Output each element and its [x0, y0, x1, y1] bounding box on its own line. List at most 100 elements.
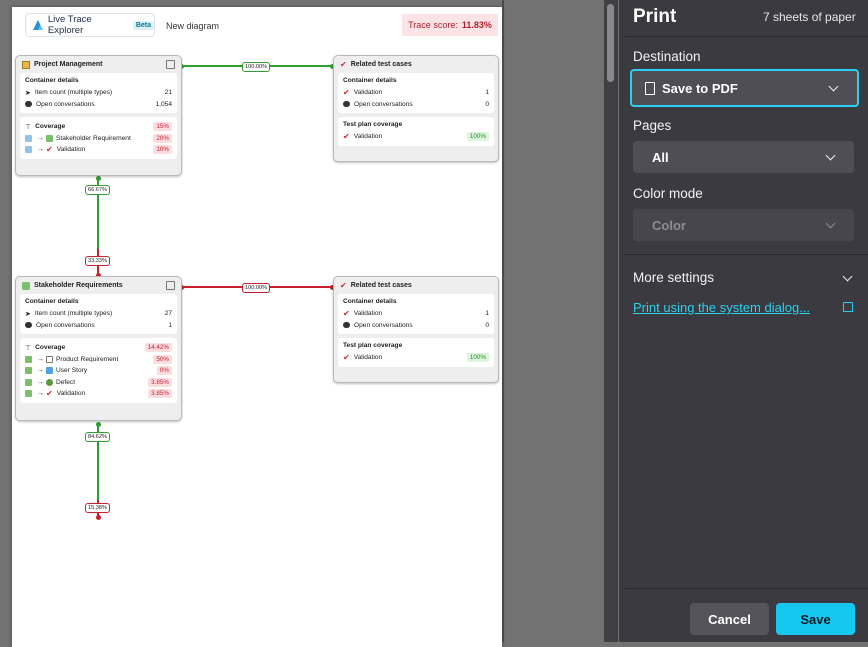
trace-score-label: Trace score: [408, 20, 458, 30]
section-title: Test plan coverage [343, 342, 403, 349]
section-title: Container details [25, 298, 79, 305]
arrow-icon: → [37, 355, 44, 363]
link-label-sr-rtc: 100.00% [242, 283, 271, 293]
detail-value: 1 [485, 89, 489, 97]
connector-dot [95, 422, 101, 427]
card-related-test-cases: ✔ Related test cases Container details ✔… [333, 55, 499, 162]
hierarchy-icon: ⊤ [25, 123, 32, 131]
section-title: Container details [343, 298, 397, 305]
destination-select[interactable]: Save to PDF [630, 69, 859, 107]
coverage-item-value: 100% [466, 353, 489, 363]
pages-select[interactable]: All [633, 141, 854, 173]
coverage-row: → User Story 0% [25, 365, 172, 377]
preview-scrollbar-thumb[interactable] [607, 4, 614, 82]
divider [625, 254, 868, 255]
coverage-label: Coverage [35, 344, 66, 352]
divider [625, 588, 868, 589]
detail-label: Open conversations [36, 321, 95, 329]
app-name: Live Trace Explorer [47, 14, 92, 36]
detail-label: Validation [353, 89, 383, 97]
coverage-item-label: Validation [56, 146, 86, 154]
file-icon [645, 81, 655, 95]
detail-row: Open conversations 1 [25, 320, 172, 332]
coverage-header: ⊤ Coverage 15% [25, 121, 172, 133]
pages-value: All [652, 149, 669, 165]
coverage-header: ⊤ Coverage 14.42% [25, 342, 172, 354]
detail-label: Validation [353, 310, 383, 318]
external-link-icon[interactable] [843, 302, 853, 312]
external-link-icon [166, 281, 175, 290]
detail-value: 1 [485, 310, 489, 318]
item-type-icon [25, 134, 32, 142]
detail-label: Open conversations [36, 100, 95, 108]
detail-row: ➤ Item count (multiple types) 27 [25, 308, 172, 320]
coverage-item-label: Defect [56, 378, 76, 386]
beta-badge: Beta [132, 20, 154, 30]
detail-row: ✔ Validation 100% [343, 352, 489, 364]
card-title: Related test cases [350, 61, 412, 68]
validation-check-icon: ✔ [46, 389, 53, 399]
sheet-count: 7 sheets of paper [763, 10, 856, 24]
conversation-icon [25, 101, 32, 108]
divider [625, 36, 868, 37]
card-project-management: Project Management Container details ➤ It… [15, 55, 182, 176]
color-mode-value: Color [652, 217, 686, 233]
detail-row: Open conversations 1,054 [25, 99, 172, 111]
card-title: Project Management [34, 61, 103, 68]
detail-value: 1 [168, 321, 172, 329]
coverage-item-label: User Story [56, 367, 88, 375]
preview-scrollbar[interactable] [604, 0, 618, 642]
detail-row: ✔ Validation 1 [343, 87, 489, 99]
color-mode-select[interactable]: Color [633, 209, 854, 241]
arrow-icon: → [37, 367, 44, 375]
link-label-sr-down: 84.62% [85, 432, 110, 442]
coverage-item-value: 100% [466, 132, 489, 142]
link-label-sr-up: 33.33% [85, 256, 110, 266]
arrow-icon: → [37, 378, 44, 386]
coverage-section: ⊤ Coverage 14.42% → Product Requirement 50% … [20, 338, 177, 403]
coverage-item-value: 50% [153, 354, 172, 364]
save-button[interactable]: Save [776, 603, 855, 635]
detail-row: ✔ Validation 1 [343, 308, 489, 320]
conversation-icon [25, 322, 32, 329]
coverage-label: Coverage [35, 123, 66, 131]
arrow-icon: → [37, 134, 44, 142]
card-stakeholder-requirements: Stakeholder Requirements Container detai… [15, 276, 182, 421]
validation-check-icon: ✔ [340, 60, 347, 69]
arrow-icon: → [37, 390, 44, 398]
card-related-test-cases: ✔ Related test cases Container details ✔… [333, 276, 499, 383]
detail-row: Open conversations 0 [343, 99, 489, 111]
stakeholder-icon [25, 378, 32, 386]
coverage-item-value: 3.85% [148, 377, 172, 387]
print-preview-page: Live Trace Explorer Beta New diagram Tra… [12, 7, 502, 647]
validation-check-icon: ✔ [343, 132, 350, 142]
chevron-down-icon [828, 81, 839, 91]
stakeholder-icon [25, 355, 32, 363]
detail-label: Item count (multiple types) [34, 89, 113, 97]
validation-check-icon: ✔ [343, 88, 350, 98]
link-label-pm-rtc: 100.00% [242, 62, 271, 72]
detail-label: Validation [353, 354, 383, 362]
coverage-section: ⊤ Coverage 15% → Stakeholder Requirement 20%… [20, 117, 177, 159]
app-logo: Live Trace Explorer Beta [25, 13, 155, 37]
validation-check-icon: ✔ [46, 145, 53, 155]
pages-label: Pages [633, 118, 672, 133]
cancel-button[interactable]: Cancel [690, 603, 769, 635]
coverage-row: → ✔ Validation 3.85% [25, 388, 172, 400]
coverage-item-value: 10% [153, 145, 172, 155]
arrow-icon: → [37, 146, 44, 154]
detail-label: Open conversations [354, 321, 413, 329]
more-settings-toggle[interactable]: More settings [633, 270, 714, 285]
section-title: Container details [25, 77, 79, 84]
coverage-value: 15% [153, 122, 172, 132]
pointer-icon: ➤ [25, 310, 31, 318]
stakeholder-icon [46, 134, 53, 142]
detail-row: Open conversations 0 [343, 320, 489, 332]
product-requirement-icon [46, 355, 53, 363]
detail-value: 1,054 [155, 100, 172, 108]
coverage-item-label: Stakeholder Requirement [56, 134, 131, 142]
system-dialog-link[interactable]: Print using the system dialog... [633, 300, 810, 315]
defect-bug-icon [46, 378, 53, 386]
card-header: ✔ Related test cases [334, 277, 498, 294]
coverage-value: 14.42% [144, 343, 172, 353]
